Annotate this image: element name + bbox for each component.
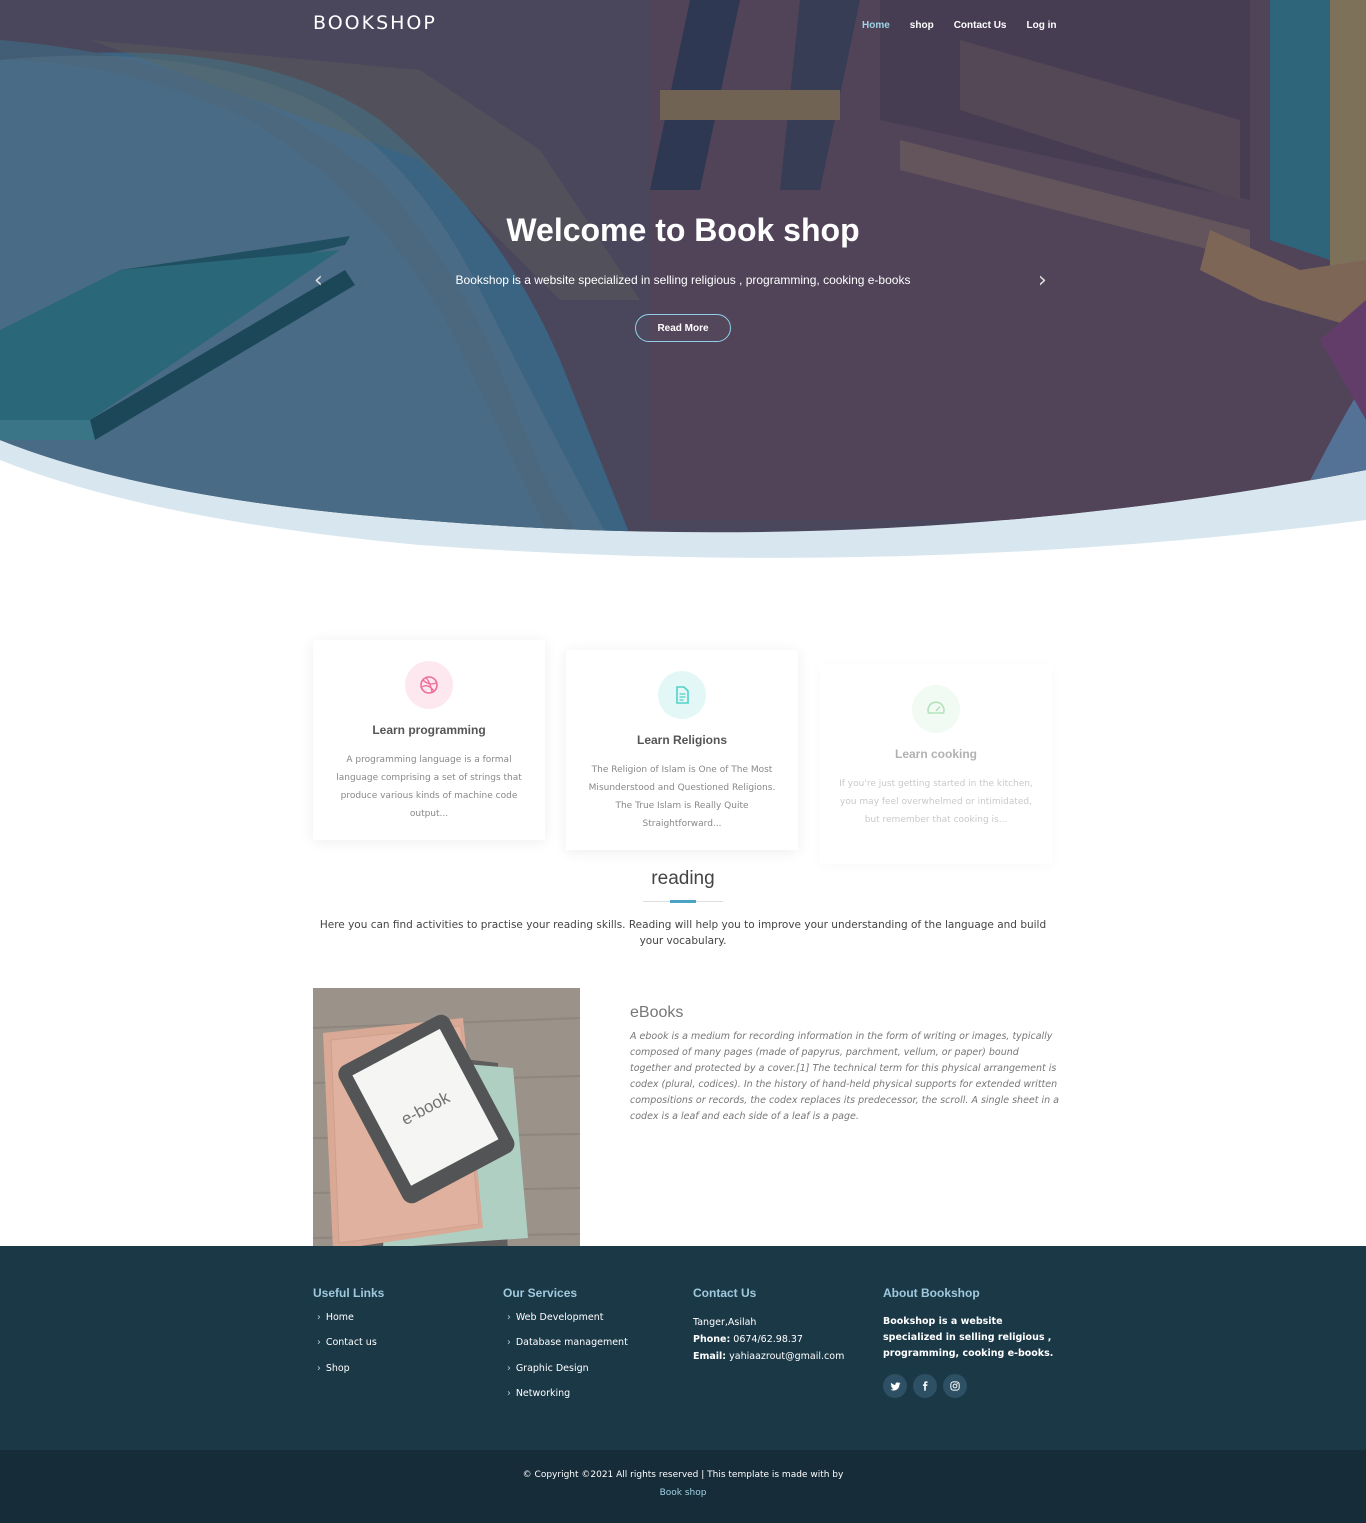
contact-email-label: Email: xyxy=(693,1351,727,1362)
contact-email[interactable]: yahiaazrout@gmail.com xyxy=(729,1351,844,1362)
hero-subtitle: Bookshop is a website specialized in sel… xyxy=(455,273,911,287)
footer-heading: Our Services xyxy=(503,1286,578,1300)
chevron-right-icon: › xyxy=(507,1387,511,1399)
footer: Useful Links › Home › Contact us › Shop Our… xyxy=(0,1246,1366,1450)
footer-service-networking[interactable]: › Networking xyxy=(503,1386,628,1411)
card-text: A programming language is a formal langu… xyxy=(336,755,522,819)
card-religions[interactable]: Learn Religions The Religion of Islam is… xyxy=(566,650,798,850)
card-programming[interactable]: Learn programming A programming language… xyxy=(313,640,545,840)
ebook-image: e-book xyxy=(313,988,580,1253)
copyright-bar: © Copyright ©2021 All rights reserved | … xyxy=(0,1450,1366,1523)
nav-login[interactable]: Log in xyxy=(1016,20,1066,31)
chevron-right-icon: › xyxy=(317,1362,321,1374)
footer-heading: About Bookshop xyxy=(883,1286,980,1300)
card-text: The Religion of Islam is One of The Most… xyxy=(588,765,776,829)
card-title: Learn cooking xyxy=(894,747,977,761)
speedometer-icon xyxy=(912,685,960,733)
read-more-button[interactable]: Read More xyxy=(635,314,731,342)
main-nav: Home shop Contact Us Log in xyxy=(852,20,1066,31)
contact-phone: 0674/62.98.37 xyxy=(733,1334,803,1345)
social-links xyxy=(883,1374,1058,1398)
ebooks-text: A ebook is a medium for recording inform… xyxy=(630,1031,1060,1122)
hero-section: BOOKSHOP Home shop Contact Us Log in Wel… xyxy=(0,0,1366,560)
document-icon xyxy=(658,671,706,719)
footer-link-shop[interactable]: › Shop xyxy=(313,1361,384,1386)
chevron-right-icon: › xyxy=(317,1337,321,1349)
footer-link-home[interactable]: › Home xyxy=(313,1310,384,1335)
chevron-right-icon: › xyxy=(507,1337,511,1349)
contact-address: Tanger,Asilah xyxy=(693,1317,757,1328)
carousel-prev-icon[interactable]: ‹ xyxy=(314,268,323,293)
footer-service-web[interactable]: › Web Development xyxy=(503,1310,628,1335)
reading-title: reading xyxy=(651,868,715,889)
copyright-link[interactable]: Book shop xyxy=(0,1488,1366,1498)
brand-logo[interactable]: BOOKSHOP xyxy=(313,12,437,34)
section-divider-accent xyxy=(670,900,696,903)
carousel-next-icon[interactable]: › xyxy=(1038,268,1047,293)
nav-shop[interactable]: shop xyxy=(900,20,944,31)
chevron-right-icon: › xyxy=(507,1362,511,1374)
footer-service-database[interactable]: › Database management xyxy=(503,1335,628,1360)
copyright-text: © Copyright ©2021 All rights reserved | … xyxy=(522,1470,844,1480)
footer-useful-links: Useful Links › Home › Contact us › Shop xyxy=(313,1286,384,1386)
instagram-icon[interactable] xyxy=(943,1374,967,1398)
ebooks-title: eBooks xyxy=(630,1004,684,1021)
card-text: If you're just getting started in the ki… xyxy=(839,779,1033,825)
chevron-right-icon: › xyxy=(317,1312,321,1323)
twitter-icon[interactable] xyxy=(883,1374,907,1398)
dribbble-icon xyxy=(405,661,453,709)
facebook-icon[interactable] xyxy=(913,1374,937,1398)
card-cooking[interactable]: Learn cooking If you're just getting sta… xyxy=(820,664,1052,864)
footer-link-contact[interactable]: › Contact us xyxy=(313,1335,384,1360)
footer-contact: Contact Us Tanger,Asilah Phone: 0674/62.… xyxy=(693,1286,844,1365)
card-title: Learn programming xyxy=(372,723,486,737)
reading-text: Here you can find activities to practise… xyxy=(319,919,1047,947)
contact-phone-label: Phone: xyxy=(693,1334,731,1345)
chevron-right-icon: › xyxy=(507,1312,511,1323)
card-title: Learn Religions xyxy=(636,733,728,747)
footer-heading: Contact Us xyxy=(693,1286,757,1300)
footer-service-graphic[interactable]: › Graphic Design xyxy=(503,1361,628,1386)
footer-about: About Bookshop Bookshop is a website spe… xyxy=(883,1286,1058,1398)
footer-services: Our Services › Web Development › Database … xyxy=(503,1286,628,1411)
hero-title: Welcome to Book shop xyxy=(506,212,860,248)
nav-home[interactable]: Home xyxy=(852,20,900,31)
footer-heading: Useful Links xyxy=(313,1286,385,1300)
nav-contact[interactable]: Contact Us xyxy=(944,20,1017,31)
about-text: Bookshop is a website specialized in sel… xyxy=(883,1316,1054,1359)
